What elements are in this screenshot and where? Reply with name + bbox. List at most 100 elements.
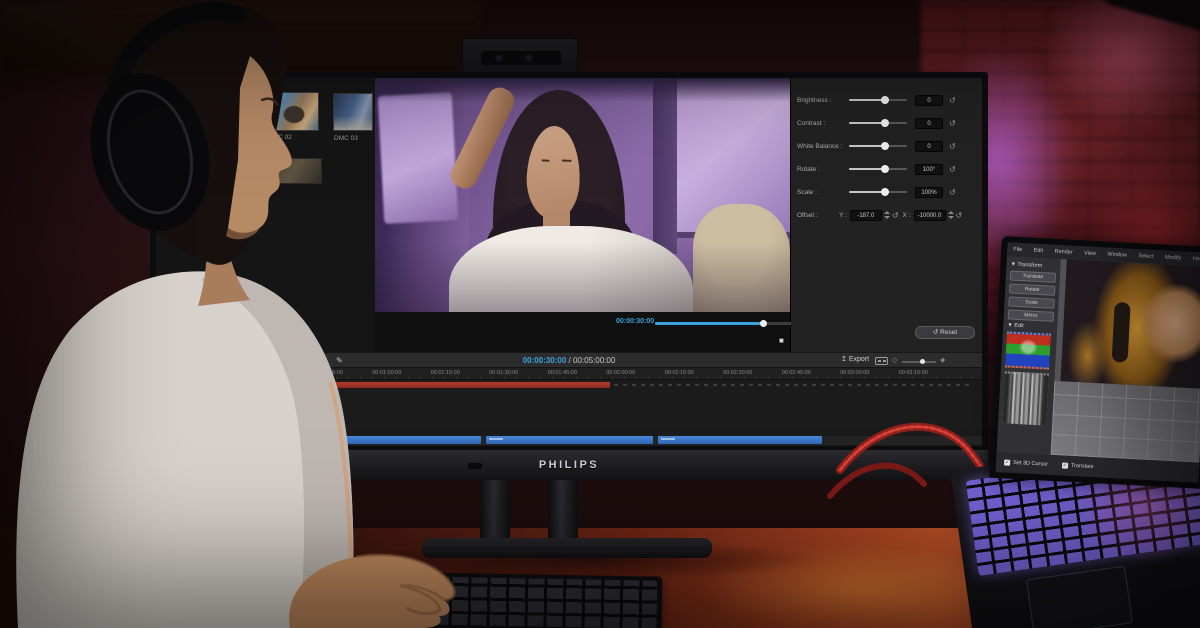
ruler-timecode: 00:02:45:00 — [781, 370, 811, 376]
monitor-stand-leg — [480, 480, 510, 546]
reset-button[interactable]: ↺ Reset — [915, 326, 975, 339]
status-label: Translate — [1070, 462, 1094, 471]
scale-label: Scale : — [797, 188, 817, 196]
adjust-row-offset: Offset : Y : -187.0 ↺ X : -10000.0 ↺ — [797, 208, 982, 222]
rotate-slider[interactable] — [849, 165, 907, 173]
track-clip-blue[interactable] — [658, 436, 822, 444]
brightness-value[interactable]: 0 — [915, 94, 943, 106]
scale-slider[interactable] — [849, 188, 907, 196]
chin-sensor — [468, 463, 482, 469]
adjust-row-contrast: Contrast : 0 ↺ — [797, 116, 982, 130]
stepper-icon[interactable] — [883, 210, 890, 220]
ruler-timecode: 00:01:15:00 — [430, 370, 460, 376]
white-balance-value[interactable]: 0 — [915, 140, 943, 152]
webcam-lens-bar — [481, 51, 561, 65]
zoom-in-icon[interactable]: ◈ — [940, 356, 945, 364]
reset-icon[interactable]: ↺ — [949, 96, 956, 105]
status-set-3d-cursor[interactable]: ✓ Set 3D Cursor — [1003, 459, 1049, 468]
preview-current-time: 00:00:30:00 — [616, 318, 655, 325]
reset-icon[interactable]: ↺ — [956, 211, 963, 220]
offset-x-value[interactable]: -10000.0 — [913, 209, 946, 221]
transform-button[interactable]: Scale — [1008, 296, 1055, 309]
timecode-total: 00:05:00:00 — [573, 356, 616, 365]
menu-item[interactable]: Select — [1138, 253, 1154, 260]
stepper-icon[interactable] — [947, 210, 954, 220]
stop-button[interactable]: ■ — [779, 336, 784, 345]
ruler-timecode: 00:01:45:00 — [547, 370, 577, 376]
transform-button[interactable]: Mirror — [1007, 309, 1055, 322]
reset-button-label: Reset — [940, 329, 958, 336]
status-label: Set 3D Cursor — [1012, 459, 1049, 468]
rotate-label: Rotate : — [797, 165, 820, 173]
offset-label: Offset : — [797, 211, 818, 219]
ruler-timecode: 00:02:30:00 — [723, 370, 753, 376]
export-button[interactable]: ↥ Export — [841, 355, 869, 363]
webcam-main-lens — [525, 54, 533, 62]
adjust-panel: Brightness : 0 ↺ Contrast : 0 ↺ White Ba… — [791, 78, 982, 352]
adjust-row-white-balance: White Balance : 0 ↺ — [797, 139, 982, 153]
track-clip-blue[interactable] — [486, 436, 653, 444]
seek-handle[interactable] — [760, 320, 767, 327]
menu-item[interactable]: View — [1084, 250, 1096, 257]
checkbox-icon[interactable]: ✓ — [1003, 459, 1011, 466]
transform-button[interactable]: Rotate — [1009, 283, 1056, 296]
menu-item[interactable]: Modify — [1165, 255, 1181, 262]
timeline-zoom-slider[interactable] — [902, 359, 936, 364]
scale-value[interactable]: 100% — [915, 186, 943, 198]
ruler-timecode: 00:02:15:00 — [664, 370, 694, 376]
contrast-slider[interactable] — [849, 119, 907, 127]
saxophone-photo — [1060, 259, 1200, 389]
track-ticks — [614, 384, 970, 386]
reset-icon[interactable]: ↺ — [949, 165, 956, 174]
monitor-stand-leg — [548, 480, 578, 546]
laptop-screen: File Edit Render View Window Select Modify Help… — [989, 236, 1200, 489]
webcam-ir-lens — [495, 54, 503, 62]
video-vignette — [375, 78, 790, 312]
export-label: Export — [848, 356, 870, 363]
transform-buttons: Translate Rotate Scale Mirror — [1007, 270, 1057, 322]
timecode-current: 00:00:30:00 — [522, 356, 567, 365]
reset-icon[interactable]: ↺ — [949, 188, 956, 197]
zoom-slider-handle[interactable] — [920, 359, 925, 364]
brightness-slider[interactable] — [849, 96, 907, 104]
offset-y-value[interactable]: -187.0 — [849, 209, 882, 221]
seek-fill — [655, 322, 763, 325]
menu-item[interactable]: File — [1013, 247, 1022, 253]
checkbox-icon[interactable]: ✓ — [1061, 462, 1069, 469]
waveform-image — [1002, 371, 1049, 426]
scene: DMC 02 DMC 03 — [0, 0, 1200, 628]
menu-item[interactable]: Help — [1193, 256, 1200, 263]
contrast-label: Contrast : — [797, 119, 826, 127]
caption-icon[interactable] — [875, 357, 888, 365]
brand-logo: PHILIPS — [538, 459, 600, 471]
adjust-row-scale: Scale : 100% ↺ — [797, 185, 982, 199]
viewport-grid-floor — [1050, 380, 1200, 463]
laptop-trackpad[interactable] — [1025, 565, 1133, 628]
export-icon: ↥ — [841, 356, 847, 363]
menu-item[interactable]: Window — [1107, 252, 1127, 259]
color-scope-image — [1005, 331, 1051, 370]
reset-icon[interactable]: ↺ — [892, 211, 899, 220]
rotate-value[interactable]: 100° — [915, 163, 943, 175]
brightness-label: Brightness : — [797, 96, 832, 104]
status-translate[interactable]: ✓ Translate — [1061, 462, 1094, 471]
contrast-value[interactable]: 0 — [915, 117, 943, 129]
zoom-out-icon[interactable]: ◇ — [892, 356, 897, 364]
ruler-timecode: 00:02:00:00 — [606, 370, 636, 376]
preview-panel: 00:00:30:00 00:05:00:00 ■ ◂ ▶ ▸ ◖ ✱ — [375, 78, 982, 352]
reset-icon[interactable]: ↺ — [949, 119, 956, 128]
menu-item[interactable]: Render — [1054, 249, 1072, 256]
menu-item[interactable]: Edit — [1033, 248, 1043, 254]
reset-icon[interactable]: ↺ — [949, 142, 956, 151]
offset-y-label: Y : — [839, 211, 847, 219]
transform-panel-title[interactable]: ▼ Transform — [1010, 261, 1057, 269]
adjust-row-rotate: Rotate : 100° ↺ — [797, 162, 982, 176]
edit-panel-title[interactable]: ▼ Edit — [1007, 322, 1054, 330]
video-preview[interactable] — [375, 78, 790, 312]
transform-button[interactable]: Translate — [1009, 270, 1057, 283]
ruler-timecode: 00:03:15:00 — [898, 370, 928, 376]
white-balance-slider[interactable] — [849, 142, 907, 150]
hand-on-keyboard — [289, 553, 457, 628]
ruler-timecode: 00:03:00:00 — [840, 370, 870, 376]
laptop-viewport[interactable] — [1050, 259, 1200, 463]
